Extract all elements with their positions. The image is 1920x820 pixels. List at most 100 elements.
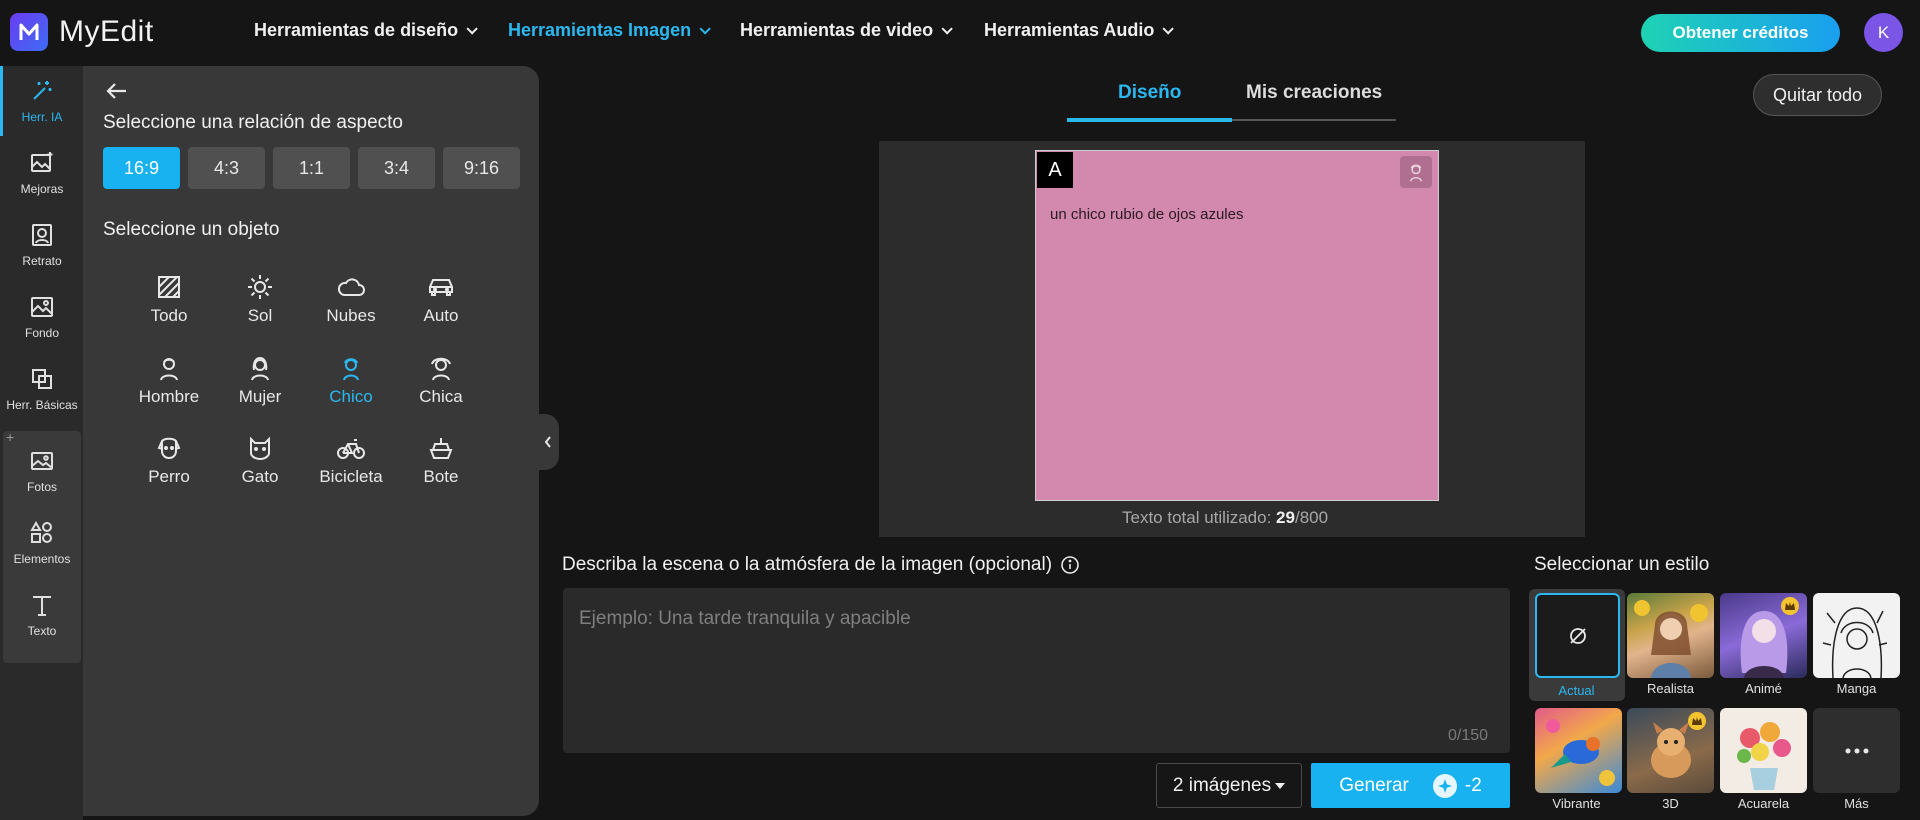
- logo[interactable]: MyEdit: [10, 13, 154, 51]
- girl-icon: [431, 357, 451, 381]
- vibrant-thumbnail: [1546, 719, 1615, 786]
- style-label-anime: Animé: [1745, 681, 1782, 696]
- nav-audio-tools[interactable]: Herramientas Audio: [984, 20, 1175, 41]
- object-boy[interactable]: Chico: [306, 355, 396, 425]
- premium-crown-icon: [1688, 712, 1706, 730]
- object-boat[interactable]: Bote: [396, 435, 486, 505]
- cat-icon: [250, 436, 270, 461]
- image-count-value: 2 imágenes: [1172, 774, 1272, 796]
- nav-label: Herramientas Imagen: [508, 20, 692, 40]
- object-label: Chica: [419, 387, 463, 406]
- rail-item-enhance[interactable]: Mejoras: [3, 138, 81, 208]
- magic-wand-icon: [33, 81, 52, 100]
- object-bicycle[interactable]: Bicicleta: [306, 435, 396, 505]
- rail-item-elements[interactable]: Elementos: [3, 508, 81, 578]
- rail-item-ai-tools[interactable]: Herr. IA: [0, 66, 81, 136]
- generate-button[interactable]: Generar -2: [1311, 763, 1510, 808]
- aspect-ratio-9-16[interactable]: 9:16: [443, 147, 520, 189]
- image-count-select[interactable]: 2 imágenes: [1156, 763, 1302, 808]
- generate-label: Generar: [1339, 774, 1409, 796]
- object-label: Mujer: [238, 387, 282, 406]
- generate-cost: -2: [1464, 774, 1482, 796]
- style-watercolor[interactable]: [1720, 708, 1807, 793]
- object-sun[interactable]: Sol: [215, 274, 305, 344]
- chevron-down-icon: [466, 22, 478, 35]
- background-icon: [31, 297, 53, 317]
- rail-item-basic-tools[interactable]: Herr. Básicas: [3, 354, 81, 424]
- object-label: Gato: [241, 467, 279, 486]
- caret-down-icon: [1275, 782, 1286, 789]
- bicycle-icon: [337, 439, 365, 459]
- top-bar: MyEdit Herramientas de diseño Herramient…: [0, 0, 1920, 64]
- text-usage-label: Texto total utilizado:: [1122, 508, 1272, 527]
- style-actual[interactable]: [1535, 593, 1620, 678]
- boat-icon: [429, 438, 453, 459]
- text-icon: [33, 596, 51, 616]
- boy-icon: [1409, 164, 1423, 182]
- rail-item-label: Elementos: [13, 552, 71, 566]
- portrait-icon: [32, 224, 52, 246]
- back-arrow-icon[interactable]: [104, 80, 132, 102]
- tab-active-indicator: [1067, 118, 1232, 122]
- style-realistic[interactable]: [1627, 593, 1714, 678]
- chevron-down-icon: [1162, 22, 1175, 35]
- nav-label: Herramientas Audio: [984, 20, 1155, 40]
- object-type-button[interactable]: [1400, 156, 1432, 188]
- rail-item-background[interactable]: Fondo: [3, 282, 81, 352]
- aspect-ratio-16-9[interactable]: 16:9: [103, 147, 180, 189]
- rail-item-label: Herr. IA: [21, 110, 63, 124]
- rail-item-text[interactable]: Texto: [3, 580, 81, 650]
- object-label: Perro: [148, 467, 190, 486]
- aspect-ratio-3-4[interactable]: 3:4: [358, 147, 435, 189]
- style-vibrant[interactable]: [1535, 708, 1622, 793]
- collapse-panel-button[interactable]: [537, 414, 559, 470]
- realistic-thumbnail: [1634, 600, 1708, 678]
- style-manga[interactable]: [1813, 593, 1900, 678]
- nav-design-tools[interactable]: Herramientas de diseño: [254, 20, 478, 41]
- canvas-object-card[interactable]: [1035, 150, 1439, 501]
- woman-icon: [251, 356, 269, 381]
- rail-item-portrait[interactable]: Retrato: [3, 210, 81, 280]
- description-char-counter: 0/150: [1448, 727, 1489, 744]
- style-label-3d: 3D: [1662, 796, 1679, 811]
- aspect-ratio-4-3[interactable]: 4:3: [188, 147, 265, 189]
- style-label-manga: Manga: [1836, 681, 1877, 696]
- tab-design[interactable]: Diseño: [1118, 82, 1181, 104]
- clear-all-button[interactable]: Quitar todo: [1753, 74, 1882, 116]
- object-man[interactable]: Hombre: [124, 355, 214, 425]
- watercolor-thumbnail: [1737, 722, 1791, 790]
- object-cat[interactable]: Gato: [215, 435, 305, 505]
- object-badge: A: [1037, 152, 1073, 188]
- description-label-text: Describa la escena o la atmósfera de la …: [562, 554, 1053, 575]
- info-icon[interactable]: [1060, 555, 1080, 575]
- chevron-down-icon: [941, 22, 953, 35]
- more-dots-icon: [1845, 748, 1868, 753]
- avatar[interactable]: K: [1864, 13, 1903, 52]
- boy-icon: [343, 358, 359, 381]
- object-girl[interactable]: Chica: [396, 355, 486, 425]
- aspect-ratio-1-1[interactable]: 1:1: [273, 147, 350, 189]
- object-prompt-text[interactable]: un chico rubio de ojos azules: [1050, 206, 1243, 223]
- rail-item-photos[interactable]: Fotos: [3, 436, 81, 506]
- nav-video-tools[interactable]: Herramientas de video: [740, 20, 953, 41]
- tab-my-creations[interactable]: Mis creaciones: [1246, 82, 1382, 104]
- nav-label: Herramientas de diseño: [254, 20, 459, 40]
- object-clouds[interactable]: Nubes: [306, 274, 396, 344]
- object-woman[interactable]: Mujer: [215, 355, 305, 425]
- description-input[interactable]: [563, 588, 1510, 753]
- object-car[interactable]: Auto: [396, 274, 486, 344]
- style-label-more: Más: [1844, 796, 1869, 811]
- aspect-ratio-heading: Seleccione una relación de aspecto: [103, 112, 403, 133]
- text-usage-max: /800: [1294, 508, 1329, 527]
- style-more[interactable]: [1813, 708, 1900, 793]
- get-credits-button[interactable]: Obtener créditos: [1641, 14, 1840, 52]
- object-label: Chico: [329, 387, 373, 406]
- object-dog[interactable]: Perro: [124, 435, 214, 505]
- object-all[interactable]: Todo: [124, 274, 214, 344]
- basic-tools-icon: [32, 369, 52, 389]
- style-label-actual: Actual: [1558, 683, 1595, 698]
- object-label: Auto: [423, 306, 459, 325]
- chevron-down-icon: [699, 22, 711, 35]
- nav-label: Herramientas de video: [740, 20, 934, 40]
- nav-image-tools[interactable]: Herramientas Imagen: [508, 20, 711, 41]
